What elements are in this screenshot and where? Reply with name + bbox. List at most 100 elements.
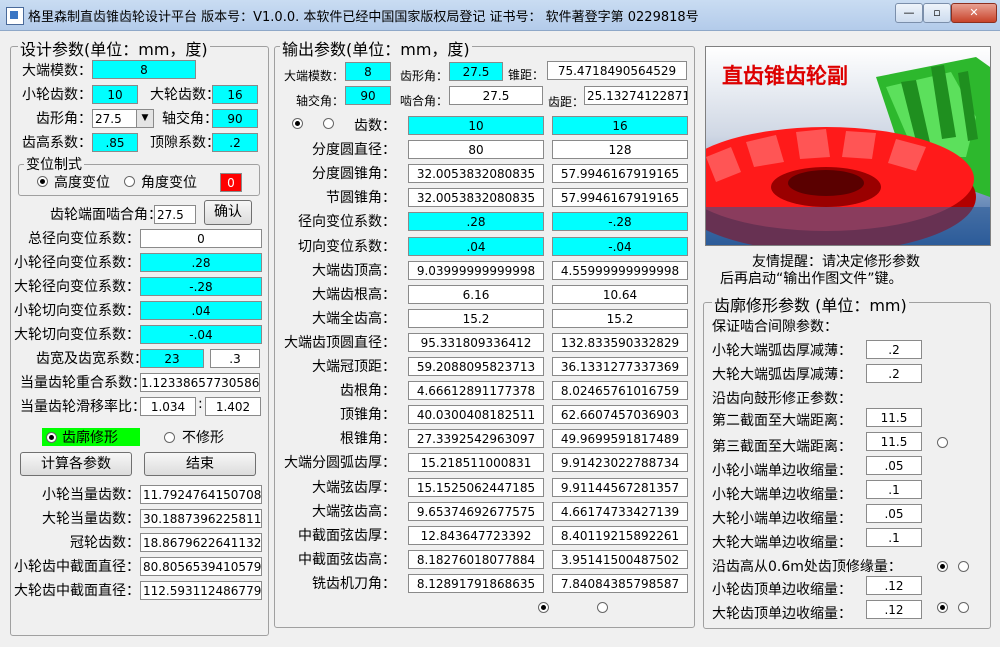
output-gear-value: -.04 xyxy=(552,236,688,256)
title-bar: 格里森制直齿锥齿轮设计平台 版本号：V1.0.0. 本软件已经中国国家版权局登记… xyxy=(0,0,1000,31)
output-gear-value: -.28 xyxy=(552,212,688,232)
small-teeth-input[interactable]: 10 xyxy=(92,85,138,104)
addendum-coef-label: 齿高系数： xyxy=(22,135,92,151)
bottom-radio-1[interactable] xyxy=(538,602,549,613)
design-row-value[interactable]: .28 xyxy=(140,253,262,272)
design-row-value[interactable]: 0 xyxy=(140,229,262,248)
addendum-coef-input[interactable]: .85 xyxy=(92,133,138,152)
output-pinion-value: 40.0300408182511 xyxy=(408,405,544,425)
design-row-value[interactable]: .04 xyxy=(140,301,262,320)
shaft-angle-input[interactable]: 90 xyxy=(212,109,258,128)
large-teeth-input[interactable]: 16 xyxy=(212,85,258,104)
clearance-coef-input[interactable]: .2 xyxy=(212,133,258,152)
equiv-value: 80.8056539410579 xyxy=(140,557,262,576)
output-row-label: 节圆锥角： xyxy=(326,190,396,207)
tip-relief-radio-2[interactable] xyxy=(958,561,969,572)
bottom-radio-2[interactable] xyxy=(597,602,608,613)
equiv-value: 112.593112486779 xyxy=(140,581,262,600)
out-mesh-angle-label: 啮合角： xyxy=(400,94,449,108)
pressure-angle-value: 27.5 xyxy=(95,112,122,126)
module-input[interactable]: 8 xyxy=(92,60,196,79)
pressure-angle-select[interactable]: 27.5 ▼ xyxy=(92,109,154,128)
output-gear-value: 4.55999999999998 xyxy=(552,260,688,280)
output-pinion-value: 9.65374692677575 xyxy=(408,501,544,521)
shift-angle-radio[interactable] xyxy=(124,176,135,187)
equiv-value: 30.1887396225811 xyxy=(140,509,262,528)
minimize-button[interactable]: — xyxy=(895,3,923,23)
output-row-label: 根锥角： xyxy=(340,431,396,448)
restore-button[interactable]: ▫ xyxy=(923,3,951,23)
out-pitch-value: 25.1327412287183 xyxy=(584,86,688,105)
output-pinion-value: 8.12891791868635 xyxy=(408,573,544,593)
small-small-end-shrink-input[interactable]: .05 xyxy=(866,456,922,475)
output-row-label: 切向变位系数： xyxy=(298,238,396,255)
output-pinion-value: 4.66612891177378 xyxy=(408,381,544,401)
design-row-value[interactable]: -.28 xyxy=(140,277,262,296)
output-pinion-value: 15.218511000831 xyxy=(408,453,544,473)
output-row-label: 大端弦齿厚： xyxy=(312,479,396,496)
design-row-value[interactable]: -.04 xyxy=(140,325,262,344)
output-gear-value: 8.02465761016759 xyxy=(552,381,688,401)
face-width-coef-input[interactable]: .3 xyxy=(210,349,260,368)
end-mesh-angle-input[interactable]: 27.5 xyxy=(154,205,196,224)
equiv-label: 大轮齿中截面直径： xyxy=(14,583,140,599)
large-teeth-label: 大轮齿数： xyxy=(150,87,220,103)
output-gear-value: 7.84084385798587 xyxy=(552,573,688,593)
r9-label: 小轮齿顶单边收缩量： xyxy=(712,582,852,598)
large-large-end-shrink-input[interactable]: .1 xyxy=(866,528,922,547)
output-gear-value: 8.40119215892261 xyxy=(552,525,688,545)
out-pressure-value: 27.5 xyxy=(449,62,503,81)
tip-relief-radio-1[interactable] xyxy=(937,561,948,572)
output-pinion-value: .28 xyxy=(408,212,544,232)
small-tip-shrink-input[interactable]: .12 xyxy=(866,576,922,595)
output-row-label: 分度圆直径： xyxy=(312,142,396,159)
large-tip-radio-2[interactable] xyxy=(958,602,969,613)
output-pinion-value: 80 xyxy=(408,140,544,160)
shift-height-radio[interactable] xyxy=(37,176,48,187)
output-pinion-value: 32.0053832080835 xyxy=(408,188,544,208)
large-tip-radio-1[interactable] xyxy=(937,602,948,613)
out-shaft-label: 轴交角： xyxy=(296,94,345,108)
crowning-heading: 沿齿向鼓形修正参数： xyxy=(712,391,852,407)
out-pitch-label: 齿距： xyxy=(548,95,585,109)
chevron-down-icon[interactable]: ▼ xyxy=(136,110,153,127)
end-button[interactable]: 结束 xyxy=(144,452,256,476)
large-wheel-thinning-input[interactable]: .2 xyxy=(866,364,922,383)
equiv-value: 11.7924764150708 xyxy=(140,485,262,504)
r10-label: 大轮齿顶单边收缩量： xyxy=(712,606,852,622)
large-tip-shrink-input[interactable]: .12 xyxy=(866,600,922,619)
close-button[interactable]: ✕ xyxy=(951,3,997,23)
out-cone-distance-value: 75.4718490564529 xyxy=(547,61,687,80)
equiv-label: 小轮当量齿数： xyxy=(42,487,140,503)
no-modify-radio[interactable] xyxy=(164,432,175,443)
equiv-label: 冠轮齿数： xyxy=(70,535,140,551)
large-small-end-shrink-input[interactable]: .05 xyxy=(866,504,922,523)
output-row-label: 大端弦齿高： xyxy=(312,503,396,520)
face-width-input[interactable]: 23 xyxy=(140,349,204,368)
third-section-distance-input[interactable]: 11.5 xyxy=(866,432,922,451)
design-row-label: 大轮径向变位系数： xyxy=(14,279,140,295)
calculate-button[interactable]: 计算各参数 xyxy=(20,452,132,476)
app-icon xyxy=(6,7,24,25)
output-pinion-value: 32.0053832080835 xyxy=(408,164,544,184)
modify-radio[interactable] xyxy=(46,432,57,443)
output-row-label: 顶锥角： xyxy=(340,407,396,424)
module-label: 大端模数： xyxy=(22,63,92,79)
output-row-label: 铣齿机刀角： xyxy=(312,575,396,592)
small-wheel-thinning-input[interactable]: .2 xyxy=(866,340,922,359)
r7-label: 大轮小端单边收缩量： xyxy=(712,511,852,527)
section-option-radio[interactable] xyxy=(937,437,948,448)
confirm-button[interactable]: 确认 xyxy=(204,200,252,225)
output-gear-value: 128 xyxy=(552,140,688,160)
slip-ratio-label: 当量齿轮滑移率比： xyxy=(20,399,146,415)
slip-ratio-separator: : xyxy=(198,396,203,412)
small-large-end-shrink-input[interactable]: .1 xyxy=(866,480,922,499)
r6-label: 小轮大端单边收缩量： xyxy=(712,487,852,503)
output-row-label: 大端齿根高： xyxy=(312,286,396,303)
design-params-legend: 设计参数(单位：mm，度) xyxy=(18,36,210,60)
output-row-label: 分度圆锥角： xyxy=(312,166,396,183)
small-teeth-label: 小轮齿数： xyxy=(22,87,92,103)
profile-mod-legend: 齿廓修形参数 (单位：mm) xyxy=(712,292,909,316)
tip-relief-heading: 沿齿高从0.6m处齿顶修缘量： xyxy=(712,559,902,575)
second-section-distance-input[interactable]: 11.5 xyxy=(866,408,922,427)
